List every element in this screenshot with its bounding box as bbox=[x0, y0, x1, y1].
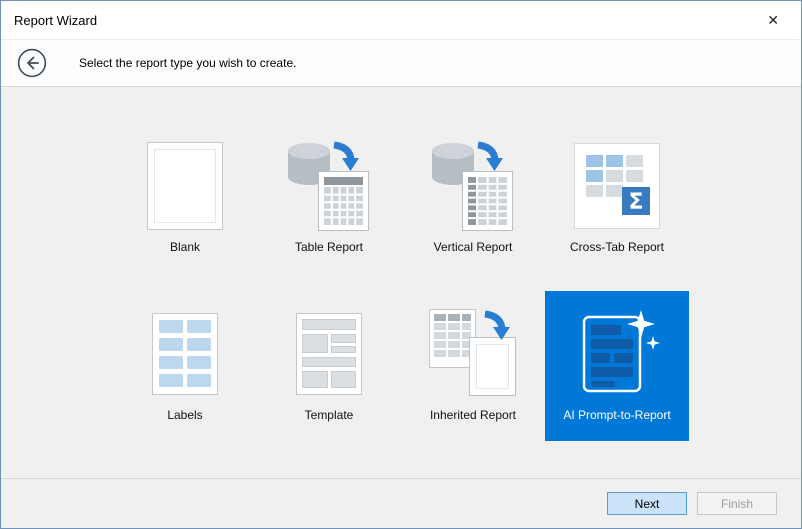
template-report-icon bbox=[296, 305, 362, 403]
labels-report-icon bbox=[152, 305, 218, 403]
table-report-icon bbox=[282, 137, 376, 235]
wizard-instruction: Select the report type you wish to creat… bbox=[79, 56, 297, 70]
report-type-label: Cross-Tab Report bbox=[569, 240, 665, 254]
report-type-label: Vertical Report bbox=[433, 240, 513, 254]
report-type-label: Inherited Report bbox=[429, 408, 517, 422]
sigma-glyph: Σ bbox=[628, 190, 643, 215]
report-type-vertical-report[interactable]: Vertical Report bbox=[401, 123, 545, 273]
report-type-grid: Blank Table Report Vertical Report Σ Cro… bbox=[1, 87, 801, 478]
wizard-header: Select the report type you wish to creat… bbox=[1, 39, 801, 87]
inherited-report-icon bbox=[425, 305, 521, 403]
report-type-blank[interactable]: Blank bbox=[113, 123, 257, 273]
window-title: Report Wizard bbox=[14, 12, 98, 28]
ai-prompt-to-report-icon bbox=[573, 305, 661, 403]
report-type-cross-tab-report[interactable]: Σ Cross-Tab Report bbox=[545, 123, 689, 273]
report-type-template[interactable]: Template bbox=[257, 291, 401, 441]
report-type-labels[interactable]: Labels bbox=[113, 291, 257, 441]
back-button[interactable] bbox=[17, 48, 47, 78]
report-type-table-report[interactable]: Table Report bbox=[257, 123, 401, 273]
report-type-ai-prompt-to-report[interactable]: AI Prompt-to-Report bbox=[545, 291, 689, 441]
report-type-label: Blank bbox=[169, 240, 201, 254]
report-wizard-dialog: Report Wizard ✕ Select the report type y… bbox=[0, 0, 802, 529]
titlebar: Report Wizard ✕ bbox=[1, 1, 801, 39]
report-type-inherited-report[interactable]: Inherited Report bbox=[401, 291, 545, 441]
report-type-row-1: Blank Table Report Vertical Report Σ Cro… bbox=[113, 123, 689, 273]
report-type-row-2: Labels Template Inherited Report AI Prom… bbox=[113, 291, 689, 441]
report-type-label: AI Prompt-to-Report bbox=[563, 408, 671, 422]
close-button[interactable]: ✕ bbox=[763, 11, 783, 29]
blank-report-icon bbox=[147, 137, 223, 235]
back-arrow-icon bbox=[17, 48, 47, 78]
next-button[interactable]: Next bbox=[607, 492, 687, 515]
report-type-label: Labels bbox=[167, 408, 203, 422]
cross-tab-report-icon: Σ bbox=[574, 137, 660, 235]
report-type-label: Template bbox=[304, 408, 354, 422]
report-type-label: Table Report bbox=[294, 240, 364, 254]
vertical-report-icon bbox=[426, 137, 520, 235]
footer: Next Finish bbox=[1, 478, 801, 528]
finish-button[interactable]: Finish bbox=[697, 492, 777, 515]
